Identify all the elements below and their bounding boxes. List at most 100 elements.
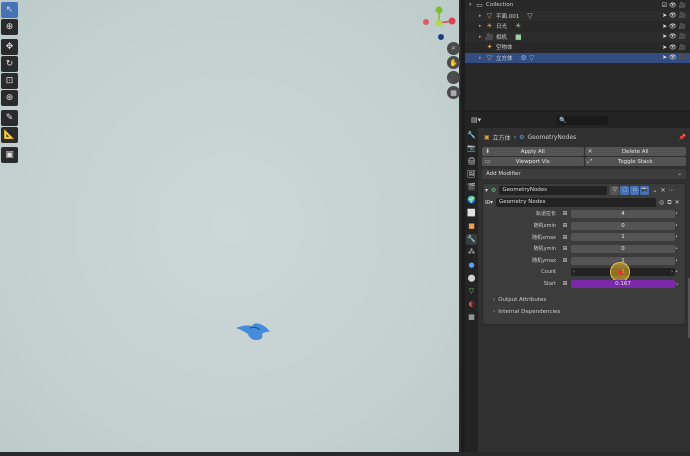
tab-output[interactable]: 🖨 — [466, 156, 477, 167]
keyframe-dot-icon[interactable]: • — [675, 258, 678, 264]
tab-data[interactable]: ▽ — [466, 286, 477, 297]
visibility-flags[interactable]: ➤ 👁 🎥 — [662, 33, 686, 40]
delete-all-button[interactable]: ✕ Delete All — [584, 147, 686, 156]
measure-tool[interactable]: 📐 — [1, 127, 18, 143]
x-axis-icon — [448, 17, 456, 25]
tab-collection[interactable]: ⬜ — [466, 208, 477, 219]
attribute-toggle-icon[interactable]: ⊞ — [561, 245, 569, 252]
camera-object-icon: 🎥 — [485, 32, 494, 41]
tab-constraints[interactable]: ⬤ — [466, 273, 477, 284]
outliner-row-cube[interactable]: ▸ ▽ 立方体 ⚙ ▽ ➤ 👁 🎥 — [465, 52, 690, 63]
param-value-field[interactable]: 0 — [571, 244, 675, 253]
param-value-field[interactable]: 0 — [571, 221, 675, 230]
param-row-count: Count ‹ 1 › • — [483, 262, 685, 283]
tab-tool[interactable]: 🔧 — [466, 130, 477, 141]
modifier-icon: ⚙ ▽ — [520, 53, 535, 62]
select-box-tool[interactable]: ↖ — [1, 2, 18, 18]
on-cage-icon[interactable]: ⬚ — [620, 185, 630, 195]
close-icon[interactable]: ✕ — [660, 187, 665, 194]
bird-object[interactable] — [232, 318, 274, 346]
cursor-tool[interactable]: ⊕ — [1, 19, 18, 35]
3d-viewport[interactable]: ↖ ⊕ ✥ ↻ ⊡ ⊛ ✎ 📐 ▣ ⌕ ✋ 🎥 ▦ — [0, 0, 461, 452]
apply-all-button[interactable]: ⬇ Apply All — [482, 147, 584, 156]
editor-type-icon[interactable]: ▤▾ — [471, 116, 481, 124]
attribute-toggle-icon[interactable]: ⊞ — [561, 234, 569, 241]
internal-dependencies-section[interactable]: › Internal Dependencies — [483, 306, 685, 318]
tab-physics[interactable]: ● — [466, 260, 477, 271]
fake-user-icon[interactable]: ◎ — [659, 199, 664, 206]
tab-particles[interactable]: ⁂ — [466, 247, 477, 258]
properties-search[interactable]: 🔍 — [556, 115, 609, 125]
node-group-field[interactable]: Geometry Nodes — [496, 198, 657, 207]
attribute-toggle-icon[interactable]: ⊞ — [561, 257, 569, 264]
param-label: Count — [541, 269, 556, 276]
tab-material[interactable]: ◐ — [466, 299, 477, 310]
param-value-field[interactable]: 4 — [571, 209, 675, 218]
tab-object[interactable]: ■ — [466, 221, 477, 232]
collection-icon: ▭ — [476, 1, 483, 10]
keyframe-dot-icon[interactable]: • — [675, 246, 678, 252]
driver-icon[interactable]: ⤷ — [675, 281, 678, 287]
tab-texture[interactable]: ▦ — [466, 312, 477, 323]
outliner-row-collection[interactable]: ▾ ▭ Collection ☑ 👁 🎥 — [465, 0, 690, 11]
attribute-toggle-icon[interactable]: ⊞ — [561, 222, 569, 229]
hand-icon[interactable]: ✋ — [447, 56, 460, 69]
collapse-arrow-icon[interactable]: ▾ — [485, 187, 488, 194]
visibility-flags[interactable]: ➤ 👁 🎥 — [662, 54, 686, 61]
visibility-flags[interactable]: ➤ 👁 🎥 — [662, 44, 686, 51]
increment-arrow-icon[interactable]: › — [671, 268, 673, 276]
chevron-down-icon[interactable]: ⌄ — [652, 187, 657, 194]
keyframe-dot-icon[interactable]: • — [675, 269, 678, 275]
add-cube-tool[interactable]: ▣ — [1, 147, 18, 163]
visibility-flags[interactable]: ➤ 👁 🎥 — [662, 23, 686, 30]
param-row-random-ymin: 随机ymin ⊞ 0 • — [483, 243, 685, 255]
move-tool[interactable]: ✥ — [1, 39, 18, 55]
outliner-row-camera[interactable]: ▸ 🎥 相机 ■ ➤ 👁 🎥 — [465, 31, 690, 42]
count-stepper[interactable]: ‹ 1 › — [571, 262, 675, 283]
tab-world[interactable]: 🌍 — [466, 195, 477, 206]
decrement-arrow-icon[interactable]: ‹ — [573, 268, 575, 276]
param-value-field[interactable]: 0.167 — [571, 279, 675, 288]
outliner-row-empty[interactable]: ✦ 空物体 ➤ 👁 🎥 — [465, 42, 690, 53]
attribute-toggle-icon[interactable]: ⊞ — [561, 210, 569, 217]
drag-handle-icon[interactable]: ⋯ — [668, 187, 674, 194]
outliner-label: 平面.001 — [496, 13, 520, 20]
grid-icon[interactable]: ▦ — [447, 86, 460, 99]
keyframe-dot-icon[interactable]: • — [675, 211, 678, 217]
viewport-vis-button[interactable]: ▭ Viewport Vis — [482, 157, 584, 166]
tab-view-layer[interactable]: 🖼 — [466, 169, 477, 180]
modifier-name-field[interactable]: GeometryNodes — [499, 185, 608, 195]
tab-render[interactable]: 📷 — [466, 143, 477, 154]
zoom-icon[interactable]: ⌕ — [447, 42, 460, 55]
render-icon[interactable]: 📷 — [640, 185, 650, 195]
visibility-flags[interactable]: ☑ 👁 🎥 — [662, 2, 686, 9]
realtime-icon[interactable]: ▭ — [630, 185, 640, 195]
scale-tool[interactable]: ⊡ — [1, 73, 18, 89]
rotate-tool[interactable]: ↻ — [1, 56, 18, 72]
expand-icon: ⤢ — [587, 157, 593, 165]
empty-icon: ✦ — [486, 43, 493, 52]
output-attributes-section[interactable]: › Output Attributes — [483, 294, 685, 306]
param-value-field[interactable]: 1 — [571, 233, 675, 242]
toggle-stack-button[interactable]: ⤢ Toggle Stack — [584, 157, 686, 166]
add-modifier-dropdown[interactable]: Add Modifier ⌄ — [482, 169, 686, 179]
keyframe-dot-icon[interactable]: • — [675, 223, 678, 229]
annotate-tool[interactable]: ✎ — [1, 110, 18, 126]
camera-icon[interactable]: 🎥 — [447, 71, 460, 84]
tab-scene[interactable]: 🎬 — [466, 182, 477, 193]
pin-icon[interactable]: 📌 — [679, 134, 686, 141]
navigation-gizmo[interactable] — [419, 5, 459, 45]
mesh-data-icon: ▽ — [527, 11, 533, 20]
unlink-icon[interactable]: ✕ — [675, 199, 680, 206]
param-row-start: Start ⊞ 0.167 ⤷ — [483, 278, 685, 290]
keyframe-dot-icon[interactable]: • — [675, 234, 678, 240]
duplicate-icon[interactable]: ⧉ — [667, 199, 671, 207]
tab-modifiers[interactable]: 🔧 — [466, 234, 477, 245]
param-row-track-length: 轨道拉长 ⊞ 4 • — [483, 208, 685, 220]
visibility-flags[interactable]: ➤ 👁 🎥 — [662, 12, 686, 19]
outliner-row-sun[interactable]: ▸ ☀ 日光 ☀ ➤ 👁 🎥 — [465, 21, 690, 32]
attribute-toggle-icon[interactable]: ⊞ — [561, 280, 569, 287]
transform-tool[interactable]: ⊛ — [1, 90, 18, 106]
edit-mode-icon[interactable]: ▽ — [610, 185, 620, 195]
outliner-row-plane[interactable]: ▸ ▽ 平面.001 ▽ ➤ 👁 🎥 — [465, 10, 690, 21]
